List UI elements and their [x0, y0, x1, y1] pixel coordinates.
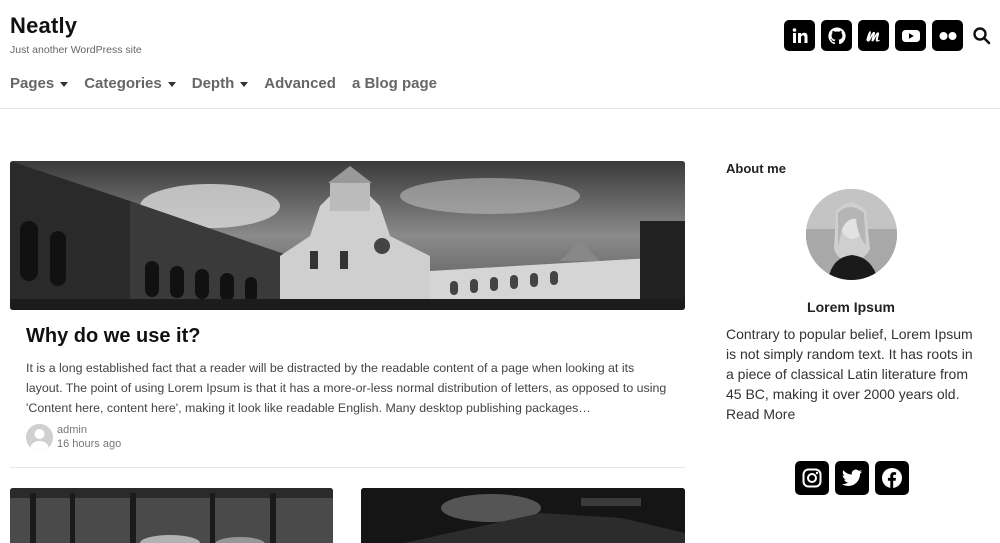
linkedin-icon[interactable]: [784, 20, 815, 51]
bio-text: Contrary to popular belief, Lorem Ipsum …: [726, 326, 973, 402]
caret-down-icon: [240, 82, 249, 87]
post-divider: [10, 467, 685, 468]
post-excerpt: It is a long established fact that a rea…: [26, 361, 667, 415]
facebook-icon[interactable]: [875, 461, 909, 495]
header-social-links: [784, 20, 963, 51]
author-avatar[interactable]: [26, 423, 53, 451]
youtube-icon[interactable]: [895, 20, 926, 51]
github-icon[interactable]: [821, 20, 852, 51]
site-tagline: Just another WordPress site: [10, 44, 142, 56]
nav-item-advanced[interactable]: Advanced: [264, 75, 336, 92]
author-name[interactable]: admin: [57, 423, 121, 437]
widget-title: About me: [726, 161, 786, 176]
nav-item-label: Advanced: [264, 75, 336, 92]
post-author: admin 16 hours ago: [26, 423, 121, 451]
header-divider: [0, 108, 1000, 109]
post-thumbnail[interactable]: [10, 488, 333, 543]
instagram-icon[interactable]: [795, 461, 829, 495]
caret-down-icon: [60, 82, 69, 87]
primary-nav: Pages Categories Depth Advanced a Blog p…: [10, 75, 453, 92]
post-time: 16 hours ago: [57, 438, 122, 450]
profile-photo: [806, 189, 897, 280]
nav-item-pages[interactable]: Pages: [10, 75, 69, 92]
profile-bio: Contrary to popular belief, Lorem Ipsum …: [726, 324, 976, 424]
nav-item-label: Categories: [84, 75, 162, 92]
nav-item-label: Depth: [191, 75, 235, 92]
flickr-icon[interactable]: [932, 20, 963, 51]
profile-name: Lorem Ipsum: [807, 299, 895, 315]
post-featured-image[interactable]: [10, 161, 685, 310]
site-title[interactable]: Neatly: [10, 13, 77, 39]
search-icon[interactable]: [972, 26, 992, 46]
twitter-icon[interactable]: [835, 461, 869, 495]
caret-down-icon: [167, 82, 176, 87]
nav-item-label: a Blog page: [351, 75, 437, 92]
nav-item-label: Pages: [10, 75, 55, 92]
sidebar-social-links: [795, 461, 909, 495]
post-thumbnail[interactable]: [361, 488, 685, 543]
read-more-link[interactable]: Read More: [726, 404, 976, 424]
nav-item-blog-page[interactable]: a Blog page: [352, 75, 437, 92]
meetup-icon[interactable]: [858, 20, 889, 51]
nav-item-categories[interactable]: Categories: [84, 75, 176, 92]
post-title[interactable]: Why do we use it?: [26, 325, 200, 348]
nav-item-depth[interactable]: Depth: [192, 75, 249, 92]
